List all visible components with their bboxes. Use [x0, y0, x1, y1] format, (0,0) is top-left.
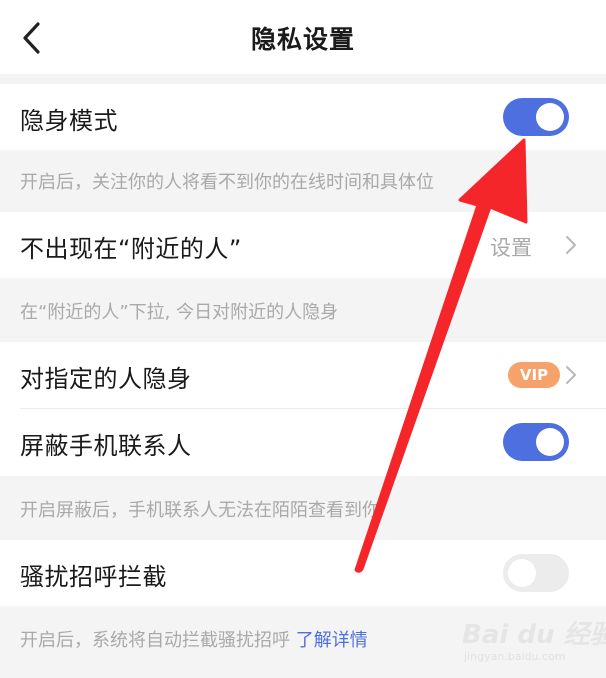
stealth-mode-row[interactable]: 隐身模式: [0, 84, 606, 150]
toggle-knob: [536, 103, 564, 131]
harassment-block-hint-text: 开启后，系统将自动拦截骚扰招呼: [20, 630, 290, 651]
harassment-block-hint: 开启后，系统将自动拦截骚扰招呼 了解详情: [20, 626, 368, 652]
hide-nearby-value: 设置: [490, 236, 532, 260]
top-bar: 隐私设置: [0, 0, 606, 74]
stealth-mode-label: 隐身模式: [20, 107, 118, 135]
hide-nearby-hint: 在“附近的人”下拉, 今日对附近的人隐身: [20, 302, 339, 323]
row-divider: [20, 408, 606, 409]
block-contacts-hint: 开启屏蔽后，手机联系人无法在陌陌查看到你: [20, 500, 380, 521]
block-contacts-toggle[interactable]: [503, 423, 569, 461]
hide-from-specific-row[interactable]: 对指定的人隐身 VIP: [0, 342, 606, 408]
toggle-knob: [508, 559, 536, 587]
block-contacts-label: 屏蔽手机联系人: [20, 432, 192, 460]
chevron-right-icon: [566, 236, 576, 254]
watermark-url: jingyan.baidu.com: [464, 650, 566, 663]
page-title: 隐私设置: [250, 25, 355, 54]
hide-nearby-row[interactable]: 不出现在“附近的人” 设置: [0, 212, 606, 278]
vip-badge: VIP: [508, 362, 560, 388]
stealth-mode-hint: 开启后，关注你的人将看不到你的在线时间和具体位: [20, 172, 434, 193]
learn-more-link[interactable]: 了解详情: [296, 630, 368, 651]
harassment-block-row[interactable]: 骚扰招呼拦截: [0, 540, 606, 606]
watermark-brand: Bai du 经验: [462, 620, 606, 650]
toggle-knob: [536, 428, 564, 456]
harassment-block-toggle[interactable]: [503, 554, 569, 592]
hide-from-specific-label: 对指定的人隐身: [20, 365, 192, 393]
block-contacts-row[interactable]: 屏蔽手机联系人: [0, 408, 606, 476]
harassment-block-label: 骚扰招呼拦截: [20, 563, 167, 591]
baidu-jingyan-watermark: Bai du 经验 jingyan.baidu.com: [462, 608, 606, 672]
hide-nearby-label: 不出现在“附近的人”: [20, 235, 242, 263]
stealth-mode-toggle[interactable]: [503, 98, 569, 136]
chevron-right-icon: [566, 366, 576, 384]
